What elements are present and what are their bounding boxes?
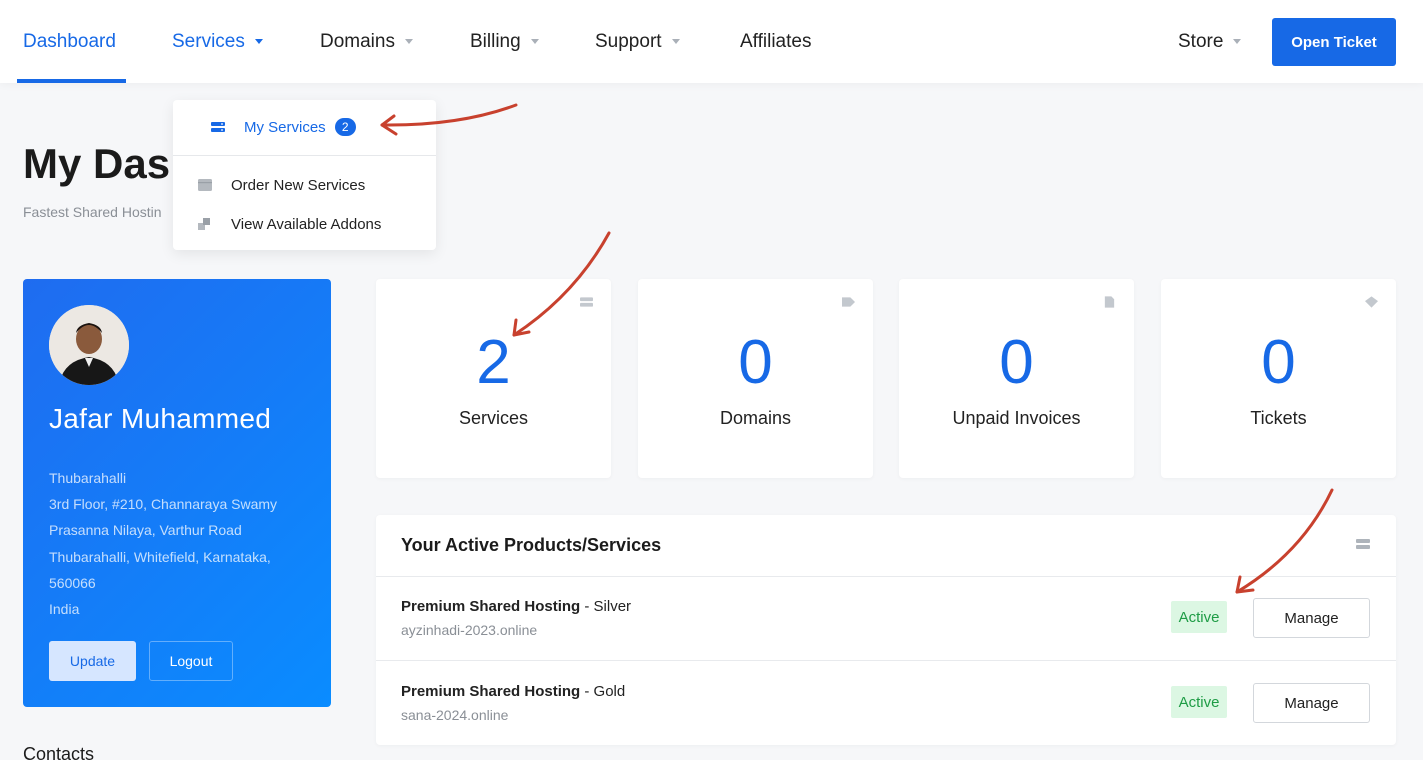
divider xyxy=(376,660,1396,661)
panel-title: Your Active Products/Services xyxy=(401,535,662,555)
nav-affiliates[interactable]: Affiliates xyxy=(740,0,811,83)
dropdown-item-order-new-services[interactable]: Order New Services xyxy=(198,175,365,195)
dropdown-divider xyxy=(173,155,436,156)
nav-dashboard-label: Dashboard xyxy=(23,30,116,52)
server-icon xyxy=(580,297,593,307)
top-navbar: Dashboard Services Domains Billing Suppo… xyxy=(0,0,1423,83)
active-products-panel: Your Active Products/Services Premium Sh… xyxy=(376,515,1396,745)
service-domain: ayzinhadi-2023.online xyxy=(401,622,538,638)
status-badge: Active xyxy=(1171,686,1227,718)
stat-tile-unpaid-invoices[interactable]: 0 Unpaid Invoices xyxy=(899,279,1134,478)
dropdown-item-label: View Available Addons xyxy=(231,215,382,233)
address-line: India xyxy=(49,601,80,617)
stat-value: 2 xyxy=(476,328,511,397)
nav-billing-label: Billing xyxy=(470,30,521,52)
cubes-icon xyxy=(198,218,210,230)
address-line: Thubarahalli, Whitefield, Karnataka, xyxy=(49,549,271,565)
stat-tile-tickets[interactable]: 0 Tickets xyxy=(1161,279,1396,478)
nav-affiliates-label: Affiliates xyxy=(740,30,812,52)
stat-value: 0 xyxy=(1261,328,1296,397)
chevron-down-icon xyxy=(671,39,680,44)
stat-label: Tickets xyxy=(1250,408,1307,428)
dropdown-item-label: My Services xyxy=(244,118,326,136)
nav-store-label: Store xyxy=(1178,30,1224,52)
update-button[interactable]: Update xyxy=(49,641,136,681)
nav-support-label: Support xyxy=(595,30,662,52)
service-product: Premium Shared Hosting xyxy=(401,598,581,615)
chevron-down-icon xyxy=(404,39,413,44)
services-dropdown-menu: My Services 2 Order New Services View Av… xyxy=(173,100,436,250)
nav-billing[interactable]: Billing xyxy=(470,0,539,83)
stat-value: 0 xyxy=(999,328,1034,397)
logout-button[interactable]: Logout xyxy=(149,641,233,681)
stat-value: 0 xyxy=(738,328,773,397)
profile-name: Jafar Muhammed xyxy=(49,403,272,434)
stat-label: Unpaid Invoices xyxy=(952,408,1081,428)
chevron-down-icon xyxy=(1233,39,1242,44)
server-icon xyxy=(1356,539,1370,549)
box-icon xyxy=(198,179,212,191)
nav-domains[interactable]: Domains xyxy=(320,0,413,83)
service-name[interactable]: Premium Shared Hosting - Silver xyxy=(401,598,631,615)
dropdown-item-label: Order New Services xyxy=(231,176,366,194)
nav-services[interactable]: Services xyxy=(172,0,263,83)
manage-button[interactable]: Manage xyxy=(1253,598,1370,638)
service-product: Premium Shared Hosting xyxy=(401,683,581,700)
dropdown-item-view-addons[interactable]: View Available Addons xyxy=(198,214,381,234)
page-title: My Das xyxy=(23,140,171,187)
stat-tile-services[interactable]: 2 Services xyxy=(376,279,611,478)
nav-domains-label: Domains xyxy=(320,30,395,52)
document-icon xyxy=(1104,296,1115,308)
tag-icon xyxy=(842,297,855,307)
nav-dashboard[interactable]: Dashboard xyxy=(23,0,116,83)
user-photo xyxy=(49,305,129,385)
service-name[interactable]: Premium Shared Hosting - Gold xyxy=(401,683,625,700)
status-badge: Active xyxy=(1171,601,1227,633)
nav-services-label: Services xyxy=(172,30,245,52)
service-plan: - Gold xyxy=(580,683,626,700)
service-domain: sana-2024.online xyxy=(401,707,509,723)
service-plan: - Silver xyxy=(580,598,632,615)
open-ticket-button[interactable]: Open Ticket xyxy=(1272,18,1396,66)
nav-store[interactable]: Store xyxy=(1178,0,1242,83)
address-line: 560066 xyxy=(49,575,96,591)
services-count-badge: 2 xyxy=(334,118,356,136)
profile-card: Jafar Muhammed Thubarahalli 3rd Floor, #… xyxy=(23,279,331,707)
address-line: Thubarahalli xyxy=(49,470,127,486)
dropdown-item-my-services[interactable]: My Services 2 xyxy=(211,117,356,137)
stat-label: Domains xyxy=(719,408,792,428)
nav-active-indicator xyxy=(17,79,126,83)
stat-label: Services xyxy=(458,408,529,428)
page-subtitle: Fastest Shared Hostin xyxy=(23,204,162,220)
address-line: Prasanna Nilaya, Varthur Road xyxy=(49,522,242,538)
nav-support[interactable]: Support xyxy=(595,0,680,83)
ticket-icon xyxy=(1365,296,1378,308)
divider xyxy=(376,576,1396,577)
address-line: 3rd Floor, #210, Channaraya Swamy xyxy=(49,496,278,512)
chevron-down-icon xyxy=(254,39,263,44)
server-icon xyxy=(211,122,225,132)
avatar xyxy=(49,305,129,385)
manage-button[interactable]: Manage xyxy=(1253,683,1370,723)
stat-tile-domains[interactable]: 0 Domains xyxy=(638,279,873,478)
chevron-down-icon xyxy=(530,39,539,44)
contacts-heading: Contacts xyxy=(23,744,95,760)
